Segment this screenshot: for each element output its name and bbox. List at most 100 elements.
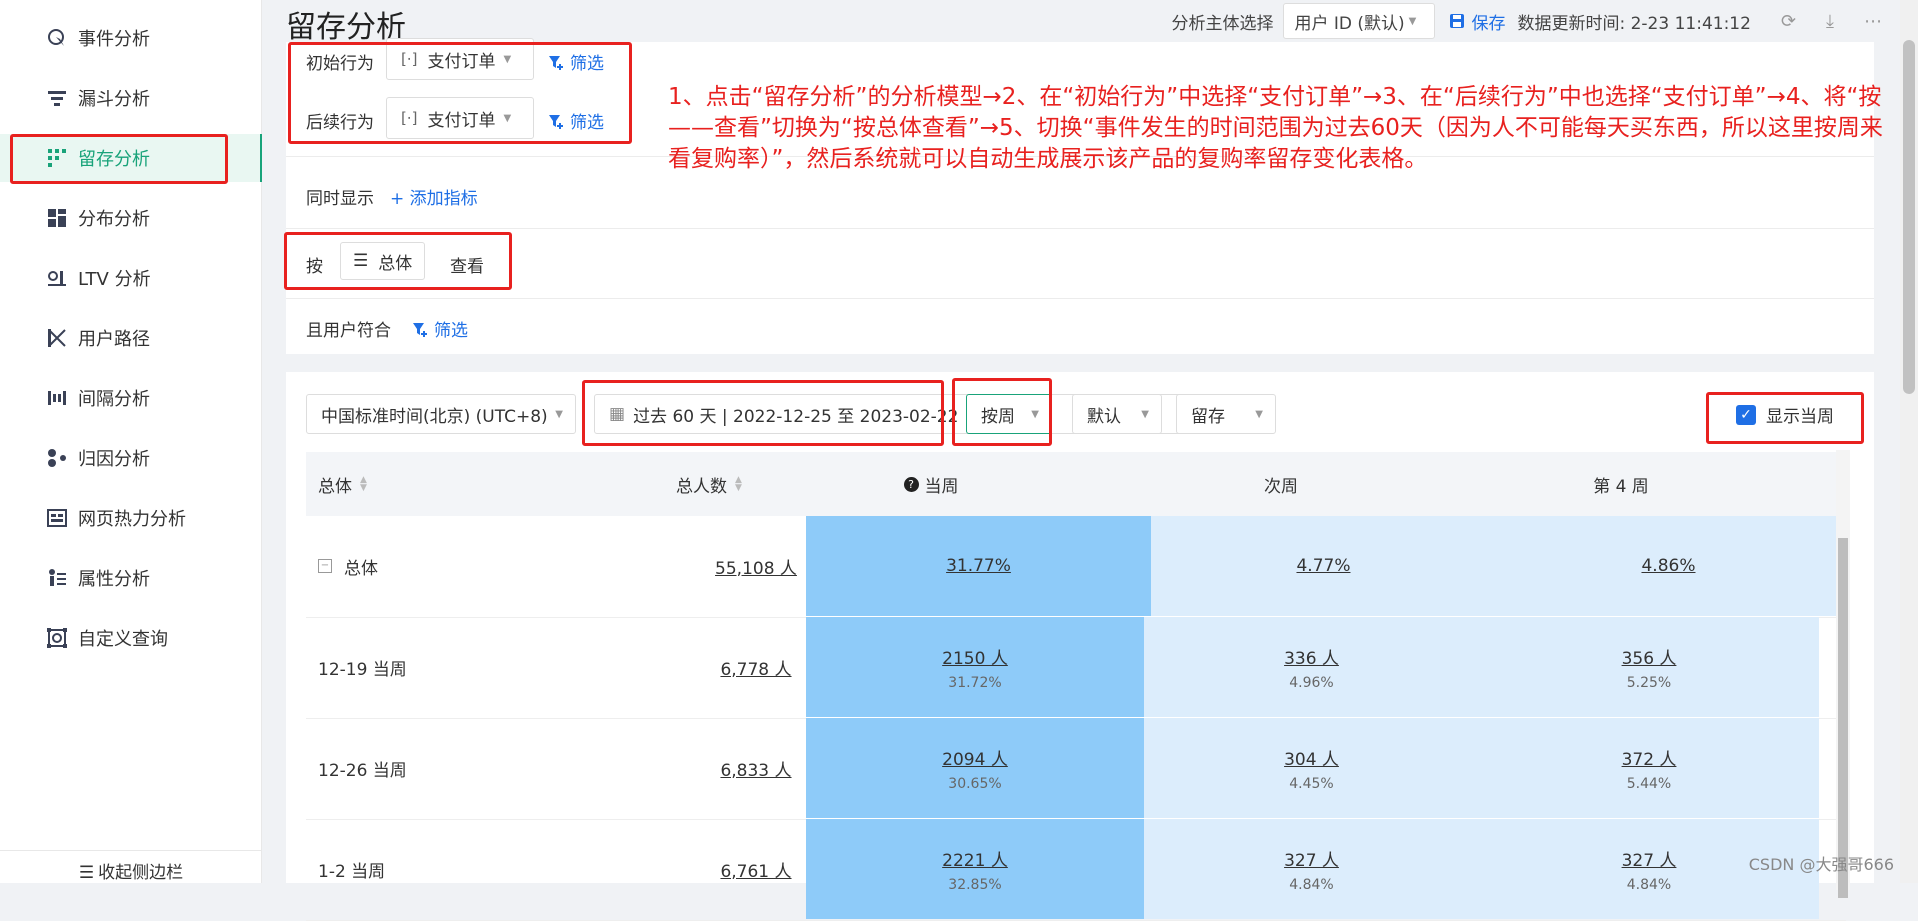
sidebar-item-label: 自定义查询	[78, 629, 168, 650]
mode-value: 默认	[1087, 406, 1121, 427]
mode-select[interactable]: 默认 ▼	[1072, 394, 1162, 434]
ltv-icon	[46, 267, 68, 289]
sidebar-item-label: LTV 分析	[78, 269, 151, 290]
divider	[286, 298, 1874, 299]
chevron-down-icon: ▼	[555, 408, 563, 420]
highlight-box	[582, 380, 944, 446]
sidebar-item-label: 网页热力分析	[78, 509, 186, 530]
highlight-box	[284, 232, 512, 290]
sidebar-item-label: 用户路径	[78, 329, 150, 350]
chevron-down-icon: ▼	[1408, 15, 1417, 27]
sidebar-item-distribution-analysis[interactable]: 分布分析	[0, 194, 262, 242]
collapse-icon[interactable]: −	[318, 559, 332, 573]
table-row: 12-26 当周 6,833 人 2094 人 30.65% 304 人 4.45%…	[306, 718, 1846, 820]
week0-cell[interactable]: 31.77%	[806, 516, 1151, 616]
sort-icon: ▲ ▼	[735, 475, 742, 493]
highlight-box	[288, 42, 632, 144]
sidebar-item-label: 间隔分析	[78, 389, 150, 410]
collapse-sidebar-button[interactable]: ☰ 收起侧边栏	[0, 850, 262, 883]
scrollbar-thumb[interactable]	[1903, 40, 1915, 394]
week0-cell[interactable]: 2150 人 31.72%	[806, 617, 1144, 717]
result-panel: 中国标准时间(北京) (UTC+8) ▼ ▦ 过去 60 天 | 2022-12…	[286, 372, 1874, 921]
sidebar-item-heatmap-analysis[interactable]: 网页热力分析	[0, 494, 262, 542]
query-icon	[46, 627, 68, 649]
highlight-box	[1706, 392, 1864, 444]
week1-cell[interactable]: 336 人 4.96%	[1144, 617, 1479, 717]
sidebar-item-funnel-analysis[interactable]: 漏斗分析	[0, 74, 262, 122]
user-filter-link[interactable]: 筛选	[412, 316, 468, 341]
header-week4: 第 4 周	[1593, 476, 1649, 497]
subject-value: 用户 ID (默认)	[1294, 13, 1405, 34]
type-value: 留存	[1191, 406, 1225, 427]
download-icon[interactable]: ⤓	[1826, 11, 1834, 32]
header-week1: 次周	[1264, 476, 1298, 497]
sidebar-item-label: 事件分析	[78, 29, 150, 50]
sidebar-item-event-analysis[interactable]: 事件分析	[0, 14, 262, 62]
sidebar-item-user-path[interactable]: 用户路径	[0, 314, 262, 362]
sidebar-item-label: 属性分析	[78, 569, 150, 590]
row-label-cell: 1-2 当周	[318, 861, 386, 882]
annotation-text: 1、点击“留存分析”的分析模型→2、在“初始行为”中选择“支付订单”→3、在“后…	[668, 84, 1883, 172]
sidebar-item-ltv-analysis[interactable]: LTV 分析	[0, 254, 262, 302]
sidebar-item-label: 漏斗分析	[78, 89, 150, 110]
watermark: CSDN @大强哥666	[1748, 855, 1894, 874]
table-row: − 总体 55,108 人 31.77% 4.77% 4.86%	[306, 516, 1846, 618]
distribution-icon	[46, 207, 68, 229]
user-match-label: 且用户符合	[306, 321, 391, 341]
attribution-icon	[46, 447, 68, 469]
timezone-value: 中国标准时间(北京) (UTC+8)	[321, 406, 548, 427]
table-row: 12-19 当周 6,778 人 2150 人 31.72% 336 人 4.96%…	[306, 617, 1846, 719]
sidebar: 事件分析 漏斗分析 留存分析 分布分析 LTV 分析 用户路径 间隔分析 归因分…	[0, 0, 262, 883]
week1-cell[interactable]: 304 人 4.45%	[1144, 718, 1479, 818]
week4-cell[interactable]: 4.86%	[1496, 516, 1841, 616]
header-group[interactable]: 总体 ▲ ▼	[318, 452, 367, 516]
type-select[interactable]: 留存 ▼	[1176, 394, 1276, 434]
page-scrollbar[interactable]	[1900, 0, 1918, 883]
row-label-cell: 12-19 当周	[318, 659, 407, 680]
subject-label: 分析主体选择	[1171, 13, 1274, 34]
help-icon[interactable]: ?	[903, 476, 919, 492]
highlight-box	[952, 378, 1052, 446]
funnel-icon	[46, 87, 68, 109]
table-row: 1-2 当周 6,761 人 2221 人 32.85% 327 人 4.84% 3…	[306, 819, 1846, 921]
cursor-icon	[46, 27, 68, 49]
interval-icon	[46, 387, 68, 409]
save-label: 保存	[1471, 13, 1506, 34]
sort-icon: ▲ ▼	[360, 475, 367, 493]
table-scrollbar[interactable]	[1836, 450, 1850, 898]
sidebar-item-custom-query[interactable]: 自定义查询	[0, 614, 262, 662]
chevron-down-icon: ▼	[1141, 408, 1149, 420]
collapse-sidebar-label: 收起侧边栏	[98, 863, 184, 883]
save-button[interactable]: 保存	[1449, 9, 1505, 34]
week0-cell[interactable]: 2221 人 32.85%	[806, 819, 1144, 919]
save-icon	[1450, 14, 1465, 28]
update-time: 数据更新时间: 2-23 11:41:12	[1517, 13, 1751, 34]
week4-cell[interactable]: 372 人 5.44%	[1479, 718, 1819, 818]
filter-label: 筛选	[434, 321, 468, 341]
collapse-icon: ☰	[78, 863, 95, 883]
sidebar-item-interval-analysis[interactable]: 间隔分析	[0, 374, 262, 422]
more-icon[interactable]: ⋯	[1864, 11, 1882, 32]
header-total[interactable]: 总人数 ▲ ▼	[676, 452, 742, 516]
scrollbar-thumb[interactable]	[1838, 538, 1848, 898]
refresh-icon[interactable]: ⟳	[1781, 11, 1796, 32]
sidebar-item-attribute-analysis[interactable]: 属性分析	[0, 554, 262, 602]
week0-cell[interactable]: 2094 人 30.65%	[806, 718, 1144, 818]
path-icon	[46, 327, 68, 349]
add-metric-button[interactable]: + 添加指标	[390, 184, 478, 209]
week1-cell[interactable]: 327 人 4.84%	[1144, 819, 1479, 919]
row-label-cell: 12-26 当周	[318, 760, 407, 781]
divider	[286, 228, 1874, 229]
week1-cell[interactable]: 4.77%	[1151, 516, 1496, 616]
subject-select[interactable]: 用户 ID (默认) ▼	[1283, 3, 1436, 39]
timezone-select[interactable]: 中国标准时间(北京) (UTC+8) ▼	[306, 394, 576, 434]
filter-icon	[413, 322, 427, 337]
table-header: 总体 ▲ ▼ 总人数 ▲ ▼ ? 当周 次周 第 4 周	[306, 452, 1846, 516]
sidebar-item-attribution-analysis[interactable]: 归因分析	[0, 434, 262, 482]
row-label-cell: − 总体	[318, 516, 378, 616]
week4-cell[interactable]: 356 人 5.25%	[1479, 617, 1819, 717]
header-week0: ? 当周	[816, 452, 1046, 516]
sidebar-item-label: 归因分析	[78, 449, 150, 470]
sidebar-item-label: 分布分析	[78, 209, 150, 230]
show-also-label: 同时显示	[306, 189, 374, 209]
